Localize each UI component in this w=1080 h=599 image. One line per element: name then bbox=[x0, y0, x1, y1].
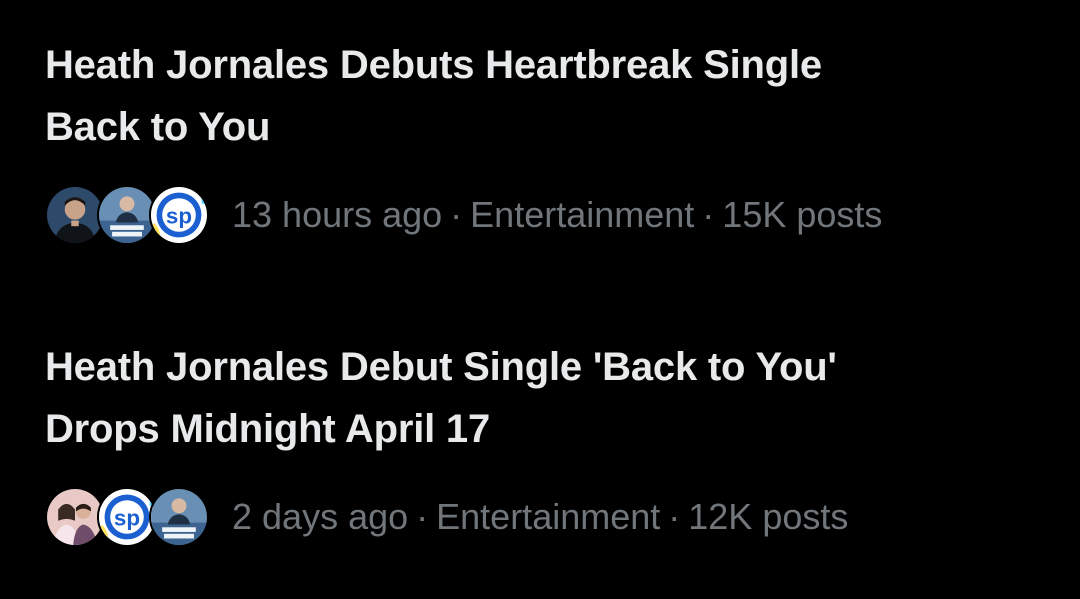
trending-story-2[interactable]: Heath Jornales Debut Single 'Back to You… bbox=[45, 336, 1035, 548]
story-category: Entertainment bbox=[436, 496, 661, 537]
trending-story-1[interactable]: Heath Jornales Debuts Heartbreak Single … bbox=[45, 34, 1035, 246]
headline-line-2: Drops Midnight April 17 bbox=[45, 407, 491, 451]
avatar-stack: sp bbox=[45, 486, 210, 548]
story-post-count: 12K posts bbox=[688, 496, 849, 537]
story-meta-text: 13 hours ago · Entertainment · 15K posts bbox=[232, 194, 882, 236]
story-category: Entertainment bbox=[470, 194, 695, 235]
couple-photo-avatar bbox=[45, 487, 105, 547]
sp-logo-avatar: sp bbox=[97, 487, 157, 547]
heath-wavers-fan-avatar bbox=[149, 487, 209, 547]
story-headline: Heath Jornales Debuts Heartbreak Single … bbox=[45, 34, 1035, 158]
sp-logo-avatar: sp bbox=[149, 185, 209, 245]
story-meta: sp 13 hours ago · Entertainment · 15K po… bbox=[45, 184, 1035, 246]
headline-line-2: Back to You bbox=[45, 105, 271, 149]
meta-separator: · bbox=[702, 194, 715, 235]
story-post-count: 15K posts bbox=[722, 194, 883, 235]
headline-line-1: Heath Jornales Debuts Heartbreak Single bbox=[45, 43, 822, 87]
heath-wavers-fan-avatar bbox=[97, 185, 157, 245]
person-portrait-avatar bbox=[45, 185, 105, 245]
meta-separator: · bbox=[416, 496, 429, 537]
avatar-stack: sp bbox=[45, 184, 210, 246]
svg-text:sp: sp bbox=[166, 203, 192, 228]
story-time: 13 hours ago bbox=[232, 194, 443, 235]
meta-separator: · bbox=[450, 194, 463, 235]
headline-line-1: Heath Jornales Debut Single 'Back to You… bbox=[45, 345, 837, 389]
meta-separator: · bbox=[668, 496, 681, 537]
story-time: 2 days ago bbox=[232, 496, 409, 537]
story-meta: sp 2 days ago · Entertainment · 12K post… bbox=[45, 486, 1035, 548]
story-headline: Heath Jornales Debut Single 'Back to You… bbox=[45, 336, 1035, 460]
story-meta-text: 2 days ago · Entertainment · 12K posts bbox=[232, 496, 848, 538]
svg-text:sp: sp bbox=[114, 505, 140, 530]
